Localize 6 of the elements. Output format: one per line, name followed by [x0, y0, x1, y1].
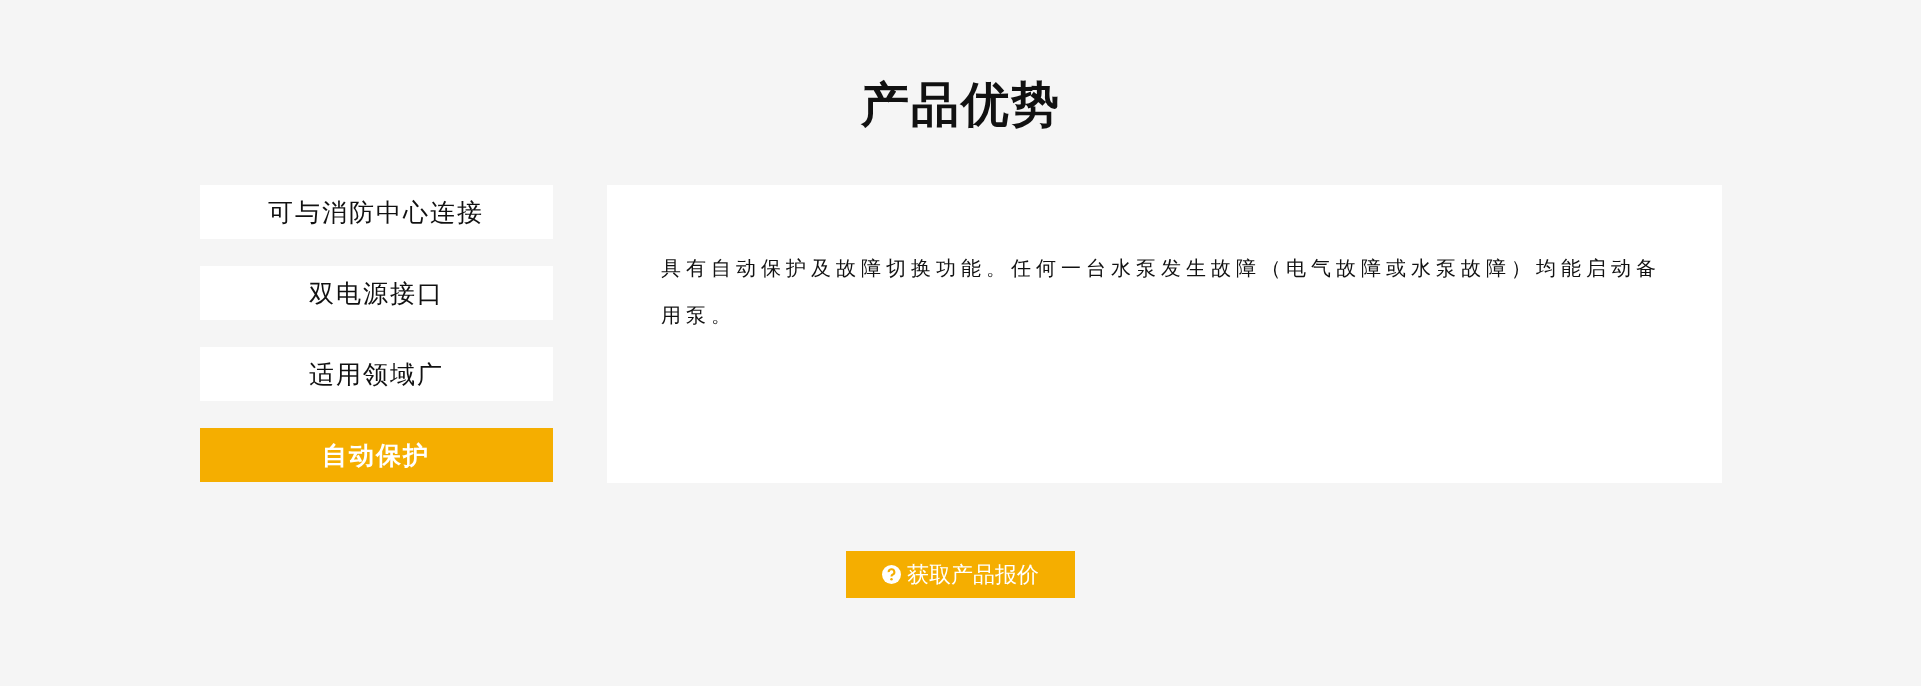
feature-tab[interactable]: 适用领域广	[199, 347, 553, 401]
feature-description: 具有自动保护及故障切换功能。任何一台水泵发生故障（电气故障或水泵故障）均能启动备用泵。	[660, 255, 1662, 329]
feature-tab[interactable]: 双电源接口	[199, 266, 553, 320]
feature-tab[interactable]: 可与消防中心连接	[199, 185, 553, 239]
section-title: 产品优势	[860, 75, 1061, 134]
help-icon	[882, 565, 901, 584]
